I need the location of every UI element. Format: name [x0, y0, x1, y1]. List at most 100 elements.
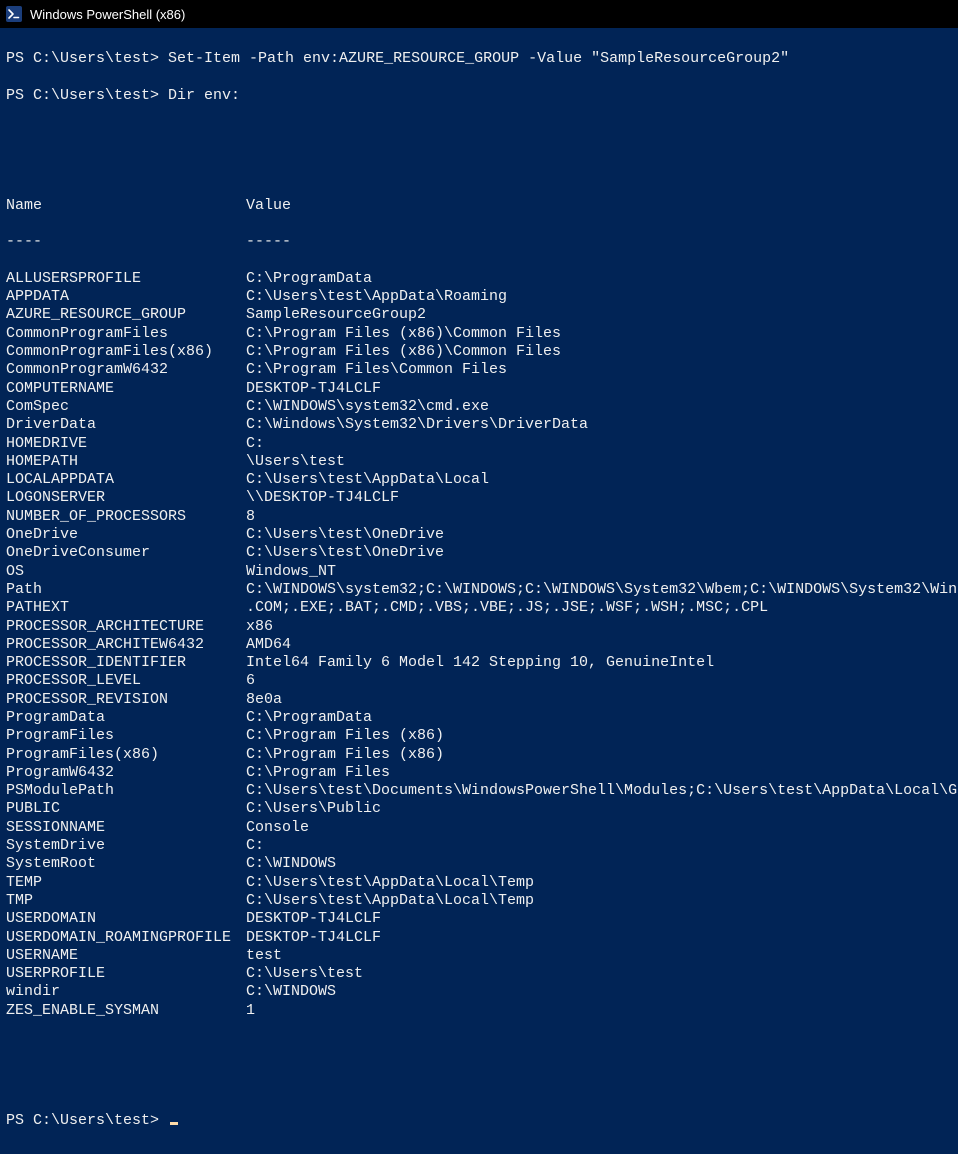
header-value-ul: -----: [246, 233, 291, 251]
env-name: PATHEXT: [6, 599, 246, 617]
env-value: C:\Program Files\Common Files: [246, 361, 507, 379]
env-row: USERPROFILEC:\Users\test: [6, 965, 952, 983]
env-row: PATHEXT.COM;.EXE;.BAT;.CMD;.VBS;.VBE;.JS…: [6, 599, 952, 617]
env-row: LOCALAPPDATAC:\Users\test\AppData\Local: [6, 471, 952, 489]
env-name: APPDATA: [6, 288, 246, 306]
table-header-underline: ---------: [6, 233, 952, 251]
env-name: PROCESSOR_LEVEL: [6, 672, 246, 690]
env-name: LOGONSERVER: [6, 489, 246, 507]
env-value: C:\ProgramData: [246, 709, 372, 727]
env-value: C:\WINDOWS\system32\cmd.exe: [246, 398, 489, 416]
env-value: C:: [246, 837, 264, 855]
env-name: USERPROFILE: [6, 965, 246, 983]
env-value: 1: [246, 1002, 255, 1020]
env-name: LOCALAPPDATA: [6, 471, 246, 489]
window-title: Windows PowerShell (x86): [30, 7, 185, 22]
env-value: C:\Users\test\OneDrive: [246, 526, 444, 544]
env-value: C:\Program Files (x86): [246, 727, 444, 745]
prompt: PS C:\Users\test>: [6, 50, 168, 67]
env-name: NUMBER_OF_PROCESSORS: [6, 508, 246, 526]
env-row: CommonProgramFiles(x86)C:\Program Files …: [6, 343, 952, 361]
env-name: OneDrive: [6, 526, 246, 544]
env-name: USERNAME: [6, 947, 246, 965]
env-row: windirC:\WINDOWS: [6, 983, 952, 1001]
window-titlebar[interactable]: Windows PowerShell (x86): [0, 0, 958, 28]
env-name: PUBLIC: [6, 800, 246, 818]
env-name: TMP: [6, 892, 246, 910]
env-value: x86: [246, 618, 273, 636]
env-row: TEMPC:\Users\test\AppData\Local\Temp: [6, 874, 952, 892]
header-name-ul: ----: [6, 233, 246, 251]
env-row: ProgramDataC:\ProgramData: [6, 709, 952, 727]
env-name: TEMP: [6, 874, 246, 892]
env-value: C:\ProgramData: [246, 270, 372, 288]
env-name: Path: [6, 581, 246, 599]
env-value: 8: [246, 508, 255, 526]
env-name: OneDriveConsumer: [6, 544, 246, 562]
env-row: LOGONSERVER\\DESKTOP-TJ4LCLF: [6, 489, 952, 507]
env-value: DESKTOP-TJ4LCLF: [246, 929, 381, 947]
prompt: PS C:\Users\test>: [6, 1112, 168, 1129]
env-row: PROCESSOR_IDENTIFIERIntel64 Family 6 Mod…: [6, 654, 952, 672]
env-row: CommonProgramFilesC:\Program Files (x86)…: [6, 325, 952, 343]
env-row: ALLUSERSPROFILEC:\ProgramData: [6, 270, 952, 288]
cursor: [170, 1122, 178, 1125]
env-value: 8e0a: [246, 691, 282, 709]
env-name: CommonProgramW6432: [6, 361, 246, 379]
table-header: NameValue: [6, 197, 952, 215]
env-row: SystemDriveC:: [6, 837, 952, 855]
env-value: 6: [246, 672, 255, 690]
env-value: C:\Program Files (x86)\Common Files: [246, 343, 561, 361]
env-value: SampleResourceGroup2: [246, 306, 426, 324]
env-row: NUMBER_OF_PROCESSORS8: [6, 508, 952, 526]
blank-line: [6, 1075, 952, 1093]
env-row: CommonProgramW6432C:\Program Files\Commo…: [6, 361, 952, 379]
env-row: OneDriveC:\Users\test\OneDrive: [6, 526, 952, 544]
env-row: TMPC:\Users\test\AppData\Local\Temp: [6, 892, 952, 910]
env-value: \Users\test: [246, 453, 345, 471]
command-text: Dir env:: [168, 87, 240, 104]
env-value: C:\Users\test\AppData\Roaming: [246, 288, 507, 306]
blank-line: [6, 160, 952, 178]
env-value: Intel64 Family 6 Model 142 Stepping 10, …: [246, 654, 714, 672]
env-row: USERDOMAINDESKTOP-TJ4LCLF: [6, 910, 952, 928]
env-name: AZURE_RESOURCE_GROUP: [6, 306, 246, 324]
env-row: OSWindows_NT: [6, 563, 952, 581]
env-row: PROCESSOR_ARCHITECTUREx86: [6, 618, 952, 636]
env-value: Console: [246, 819, 309, 837]
command-line: PS C:\Users\test> Dir env:: [6, 87, 952, 105]
env-row: APPDATAC:\Users\test\AppData\Roaming: [6, 288, 952, 306]
env-name: USERDOMAIN_ROAMINGPROFILE: [6, 929, 246, 947]
env-row: HOMEDRIVEC:: [6, 435, 952, 453]
env-row: HOMEPATH\Users\test: [6, 453, 952, 471]
env-row: SESSIONNAMEConsole: [6, 819, 952, 837]
env-row: ProgramFiles(x86)C:\Program Files (x86): [6, 746, 952, 764]
env-row: ProgramFilesC:\Program Files (x86): [6, 727, 952, 745]
env-row: ProgramW6432C:\Program Files: [6, 764, 952, 782]
env-value: \\DESKTOP-TJ4LCLF: [246, 489, 399, 507]
env-row: COMPUTERNAMEDESKTOP-TJ4LCLF: [6, 380, 952, 398]
env-name: CommonProgramFiles: [6, 325, 246, 343]
env-name: ProgramW6432: [6, 764, 246, 782]
env-value: C:\Users\test\AppData\Local\Temp: [246, 892, 534, 910]
env-name: SESSIONNAME: [6, 819, 246, 837]
env-value: C:\WINDOWS: [246, 983, 336, 1001]
command-text: Set-Item -Path env:AZURE_RESOURCE_GROUP …: [168, 50, 789, 67]
env-name: ProgramData: [6, 709, 246, 727]
command-line[interactable]: PS C:\Users\test>: [6, 1112, 952, 1130]
env-value: C:: [246, 435, 264, 453]
env-row: PROCESSOR_LEVEL6: [6, 672, 952, 690]
blank-line: [6, 1038, 952, 1056]
env-name: HOMEPATH: [6, 453, 246, 471]
env-name: DriverData: [6, 416, 246, 434]
terminal-output[interactable]: PS C:\Users\test> Set-Item -Path env:AZU…: [0, 28, 958, 1154]
env-name: ComSpec: [6, 398, 246, 416]
env-value: C:\Program Files (x86): [246, 746, 444, 764]
env-name: USERDOMAIN: [6, 910, 246, 928]
env-name: OS: [6, 563, 246, 581]
env-value: C:\WINDOWS: [246, 855, 336, 873]
env-name: ZES_ENABLE_SYSMAN: [6, 1002, 246, 1020]
command-line: PS C:\Users\test> Set-Item -Path env:AZU…: [6, 50, 952, 68]
env-row: ZES_ENABLE_SYSMAN1: [6, 1002, 952, 1020]
env-name: HOMEDRIVE: [6, 435, 246, 453]
